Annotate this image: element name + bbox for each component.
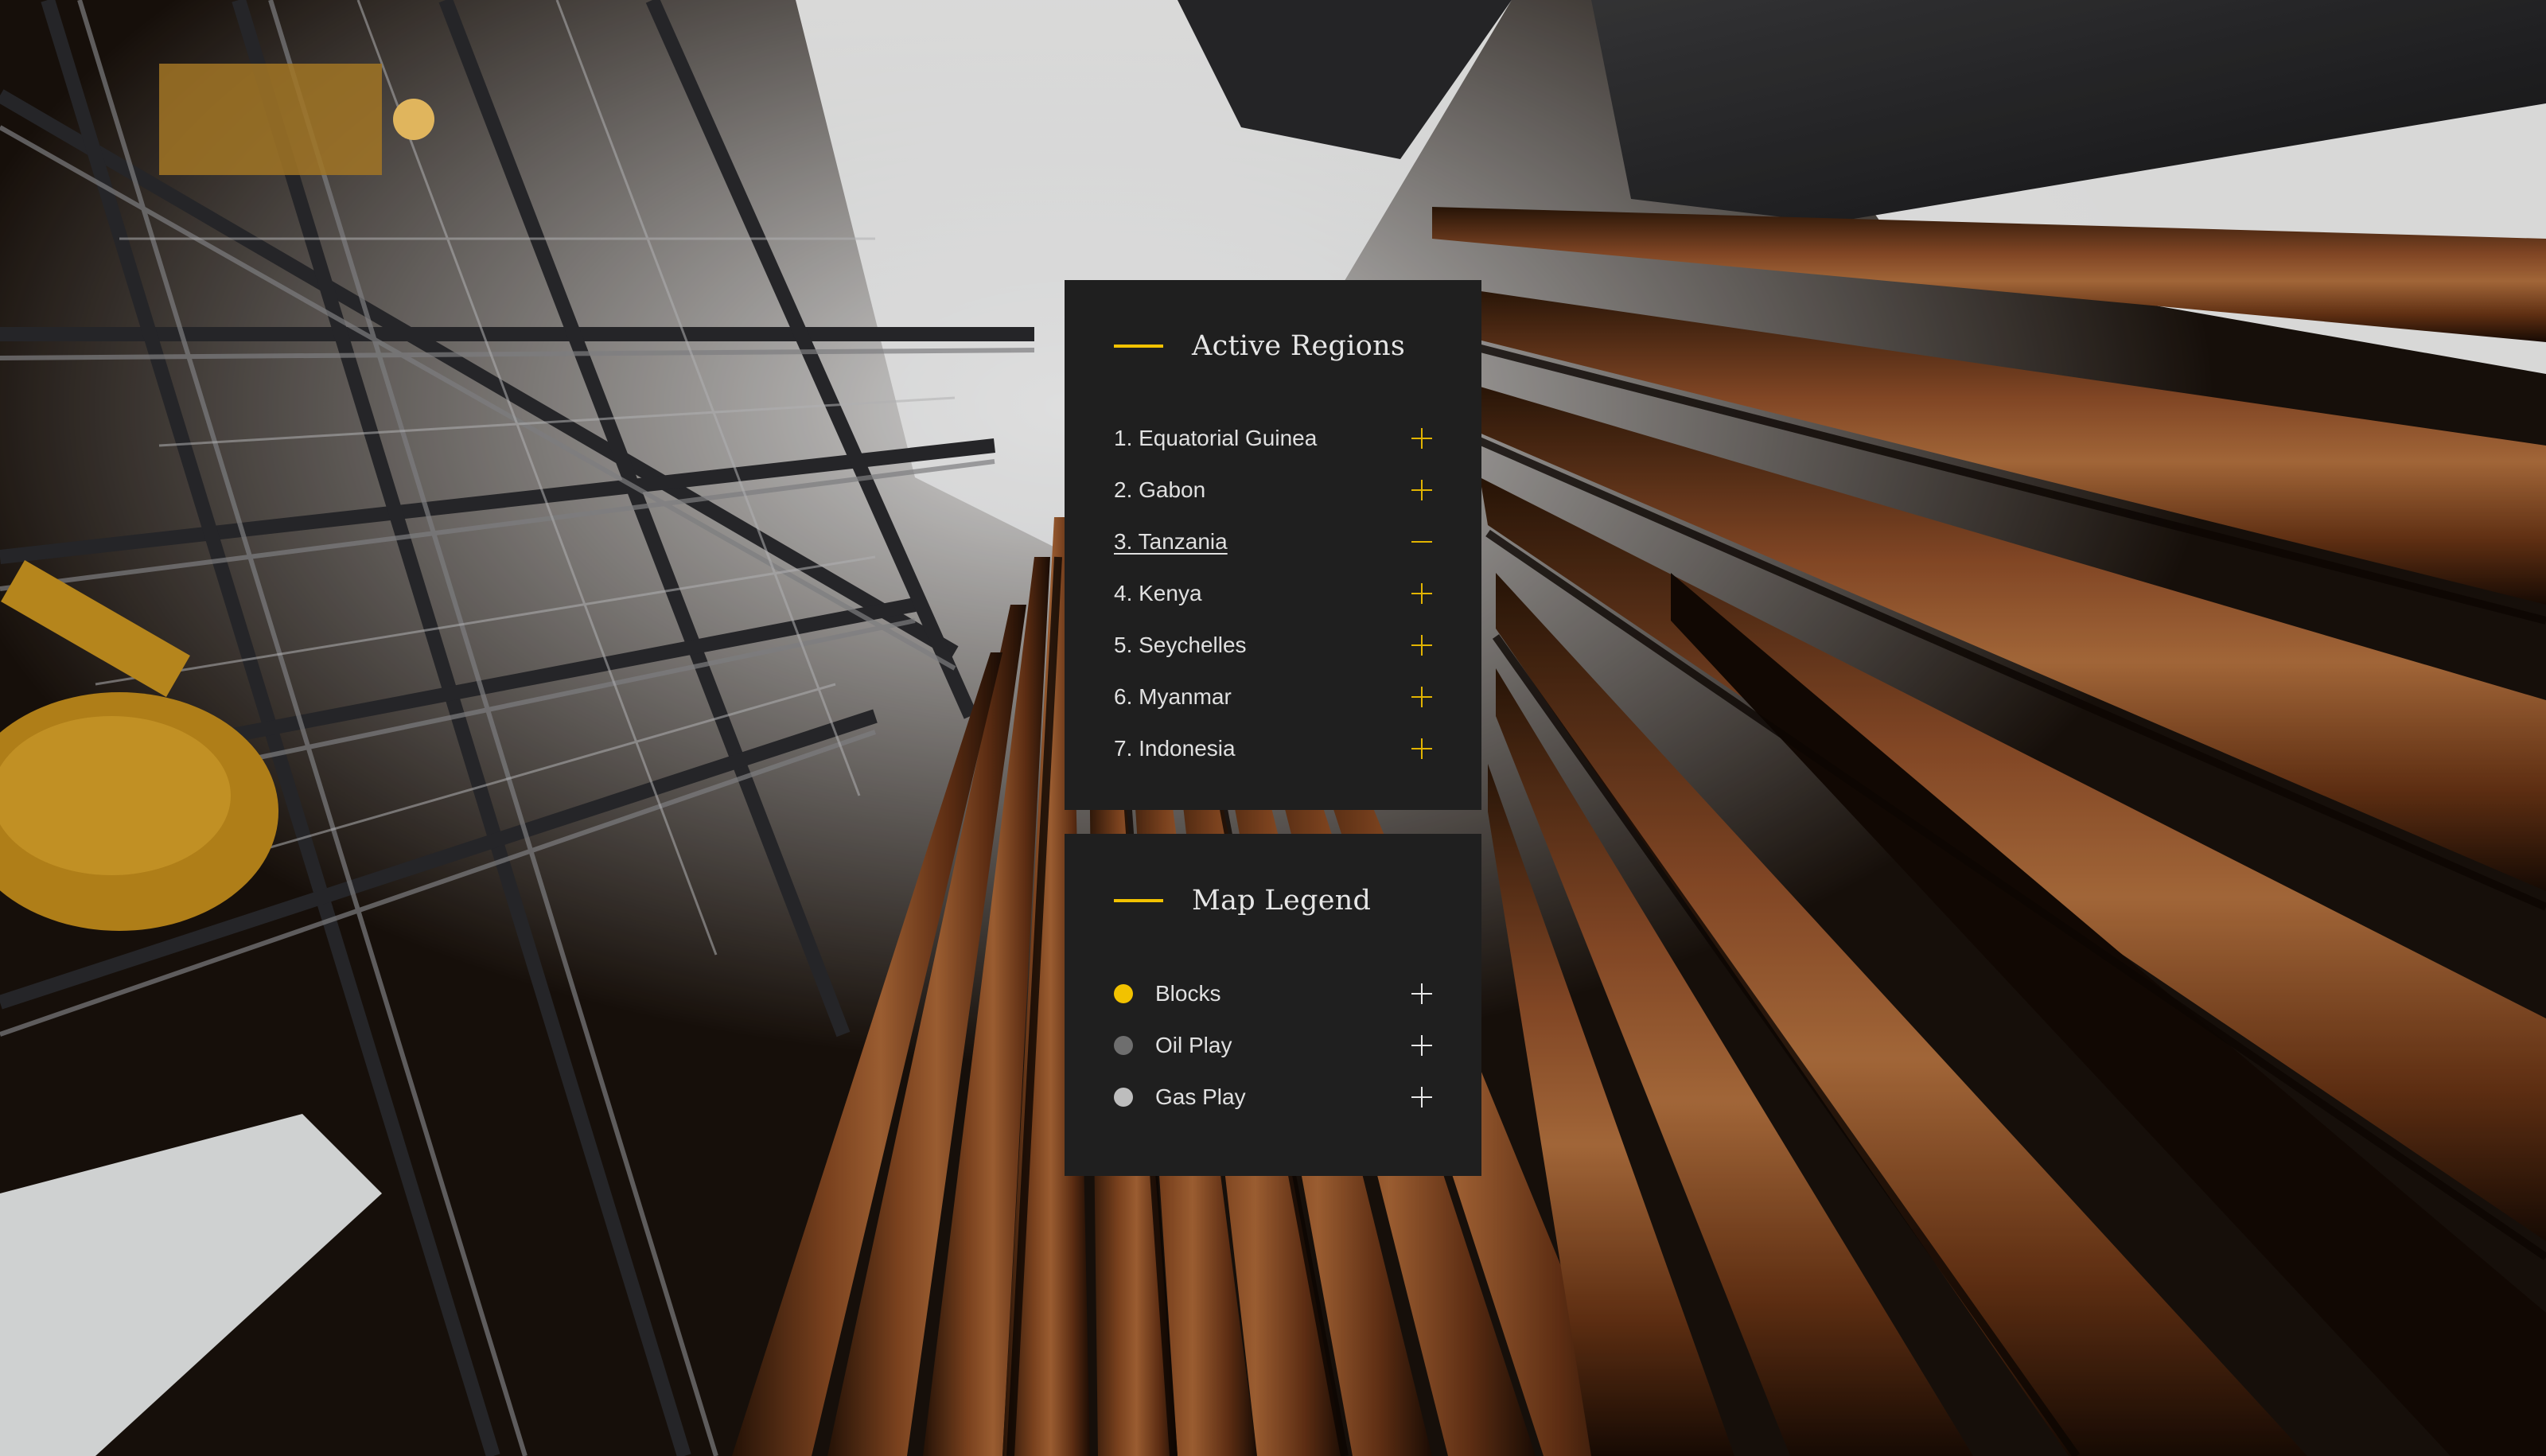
region-label: 1. Equatorial Guinea	[1114, 425, 1318, 450]
plus-icon[interactable]	[1411, 1086, 1432, 1108]
accent-rule	[1114, 345, 1163, 348]
map-legend-panel: Map Legend Blocks Oil Play Gas Play	[1065, 834, 1481, 1176]
region-label[interactable]: 3. Tanzania	[1114, 529, 1228, 555]
gas-play-dot-icon	[1114, 1087, 1133, 1107]
plus-icon[interactable]	[1411, 479, 1432, 500]
oil-play-dot-icon	[1114, 1035, 1133, 1055]
legend-item-left: Gas Play	[1114, 1084, 1246, 1110]
plus-icon[interactable]	[1411, 634, 1432, 656]
panel-title: Active Regions	[1192, 330, 1406, 362]
region-item-gabon[interactable]: 2. Gabon	[1114, 464, 1432, 516]
region-item-myanmar[interactable]: 6. Myanmar	[1114, 671, 1432, 722]
legend-item-left: Blocks	[1114, 981, 1220, 1006]
panel-title: Map Legend	[1192, 885, 1372, 917]
plus-icon[interactable]	[1411, 738, 1432, 759]
legend-label: Blocks	[1155, 980, 1221, 1006]
region-item-indonesia[interactable]: 7. Indonesia	[1114, 722, 1432, 774]
region-item-equatorial-guinea[interactable]: 1. Equatorial Guinea	[1114, 412, 1432, 464]
active-regions-header: Active Regions	[1114, 280, 1432, 412]
legend-list: Blocks Oil Play Gas Play	[1114, 967, 1432, 1123]
legend-label: Oil Play	[1155, 1032, 1232, 1057]
minus-icon[interactable]	[1411, 531, 1432, 552]
accent-rule	[1114, 899, 1163, 902]
legend-item-left: Oil Play	[1114, 1033, 1232, 1058]
legend-item-gas-play[interactable]: Gas Play	[1114, 1071, 1432, 1123]
legend-item-blocks[interactable]: Blocks	[1114, 967, 1432, 1019]
plus-icon[interactable]	[1411, 582, 1432, 604]
region-list: 1. Equatorial Guinea 2. Gabon 3. Tanzani…	[1114, 412, 1432, 774]
active-regions-panel: Active Regions 1. Equatorial Guinea 2. G…	[1065, 280, 1481, 810]
region-label: 5. Seychelles	[1114, 632, 1247, 657]
blocks-dot-icon	[1114, 983, 1133, 1003]
legend-label: Gas Play	[1155, 1084, 1246, 1109]
legend-item-oil-play[interactable]: Oil Play	[1114, 1019, 1432, 1071]
map-legend-header: Map Legend	[1114, 834, 1432, 967]
region-item-seychelles[interactable]: 5. Seychelles	[1114, 619, 1432, 671]
region-item-tanzania[interactable]: 3. Tanzania	[1114, 516, 1432, 567]
plus-icon[interactable]	[1411, 427, 1432, 449]
page: Active Regions 1. Equatorial Guinea 2. G…	[0, 0, 2546, 1456]
region-label: 4. Kenya	[1114, 580, 1202, 605]
plus-icon[interactable]	[1411, 686, 1432, 707]
plus-icon[interactable]	[1411, 1034, 1432, 1056]
region-label: 6. Myanmar	[1114, 683, 1232, 709]
region-item-kenya[interactable]: 4. Kenya	[1114, 567, 1432, 619]
region-label: 7. Indonesia	[1114, 735, 1236, 761]
plus-icon[interactable]	[1411, 983, 1432, 1004]
region-label: 2. Gabon	[1114, 477, 1206, 502]
